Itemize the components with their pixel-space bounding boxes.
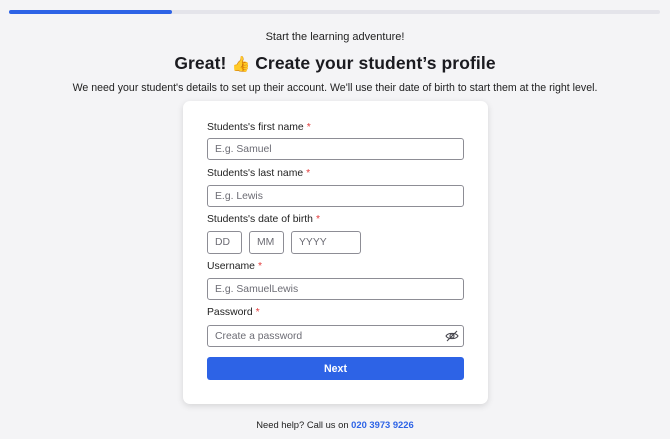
page-title: Great! 👍 Create your student’s profile: [0, 53, 670, 74]
required-marker: *: [255, 307, 260, 318]
progress-bar: [9, 10, 660, 14]
dob-label-text: Students's date of birth: [207, 214, 313, 225]
page-title-greeting: Great!: [174, 53, 227, 73]
last-name-input[interactable]: [207, 185, 464, 207]
first-name-label-text: Students's first name: [207, 122, 304, 133]
next-button[interactable]: Next: [207, 357, 464, 380]
dob-month-input[interactable]: [249, 231, 284, 254]
help-text: Need help? Call us on: [256, 419, 349, 430]
page-subtitle: Start the learning adventure!: [265, 31, 405, 43]
page-title-text: Create your student’s profile: [255, 53, 496, 73]
first-name-label: Students's first name *: [207, 122, 311, 133]
thumbs-up-icon: 👍: [231, 56, 251, 73]
profile-form-card: Students's first name* Students's last n…: [183, 101, 488, 404]
password-label: Password *: [207, 307, 260, 318]
eye-slash-icon[interactable]: [445, 330, 459, 342]
page-description: We need your student's details to set up…: [72, 82, 598, 94]
password-label-text: Password: [207, 307, 253, 318]
progress-bar-fill: [9, 10, 172, 14]
phone-link[interactable]: 020 3973 9226: [351, 419, 414, 430]
required-marker: *: [306, 122, 311, 133]
dob-year-input[interactable]: [291, 231, 361, 254]
help-footer: Need help? Call us on 020 3973 9226: [0, 419, 670, 430]
last-name-label: Students's last name *: [207, 168, 310, 179]
password-input[interactable]: [207, 325, 464, 347]
required-marker: *: [306, 168, 311, 179]
required-marker: *: [315, 214, 321, 225]
dob-day-input[interactable]: [207, 231, 242, 254]
dob-label: Students's date of birth *: [207, 214, 320, 225]
username-input[interactable]: [207, 278, 464, 300]
last-name-label-text: Students's last name: [207, 168, 304, 179]
username-label-text: Username: [207, 261, 255, 272]
username-label: Username *: [207, 261, 262, 272]
required-marker: *: [257, 261, 262, 272]
first-name-input[interactable]: [207, 138, 464, 160]
